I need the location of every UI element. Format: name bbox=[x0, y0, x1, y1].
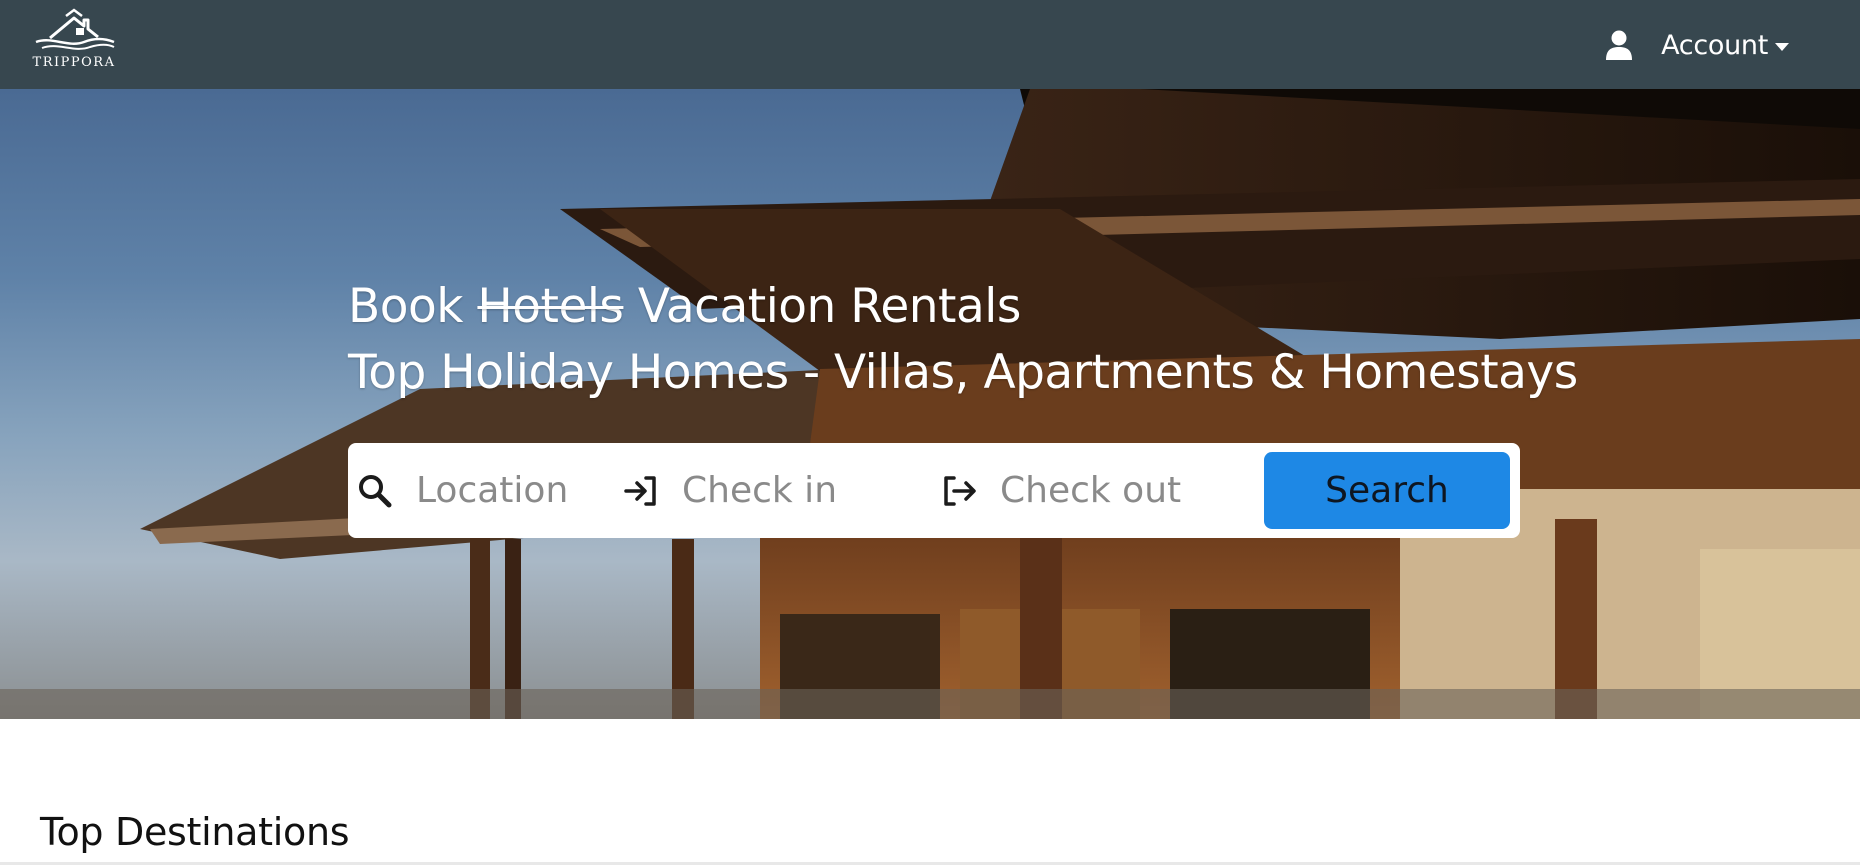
search-button[interactable]: Search bbox=[1264, 452, 1510, 529]
checkin-placeholder: Check in bbox=[682, 470, 838, 511]
account-menu[interactable]: Account bbox=[1605, 24, 1790, 66]
top-destinations-title: Top Destinations bbox=[40, 810, 350, 854]
sign-in-icon bbox=[624, 475, 656, 506]
headline-line-1: Book Hotels Vacation Rentals bbox=[348, 274, 1578, 340]
search-icon bbox=[359, 474, 392, 507]
house-waves-logo-icon bbox=[35, 8, 115, 50]
headline-suffix: Vacation Rentals bbox=[623, 279, 1021, 334]
hero-banner: Book Hotels Vacation Rentals Top Holiday… bbox=[0, 89, 1860, 719]
user-icon bbox=[1606, 30, 1633, 60]
account-label: Account bbox=[1661, 29, 1768, 61]
hero-headline: Book Hotels Vacation Rentals Top Holiday… bbox=[348, 274, 1578, 406]
headline-struck-word: Hotels bbox=[477, 279, 624, 334]
checkout-field[interactable]: Check out bbox=[942, 443, 1272, 538]
logo-text: TRIPPORA bbox=[32, 55, 116, 70]
checkin-field[interactable]: Check in bbox=[624, 443, 924, 538]
location-placeholder: Location bbox=[416, 470, 569, 511]
search-bar: Location Check in Check out Search bbox=[348, 443, 1520, 538]
trippora-logo[interactable]: TRIPPORA bbox=[30, 8, 120, 74]
caret-down-icon bbox=[1775, 43, 1789, 51]
location-field[interactable]: Location bbox=[358, 443, 608, 538]
sign-out-icon bbox=[944, 475, 976, 506]
headline-line-2: Top Holiday Homes - Villas, Apartments &… bbox=[348, 345, 1578, 400]
top-navbar: TRIPPORA Account bbox=[0, 0, 1860, 89]
checkout-placeholder: Check out bbox=[1000, 470, 1182, 511]
headline-prefix: Book bbox=[348, 279, 478, 334]
